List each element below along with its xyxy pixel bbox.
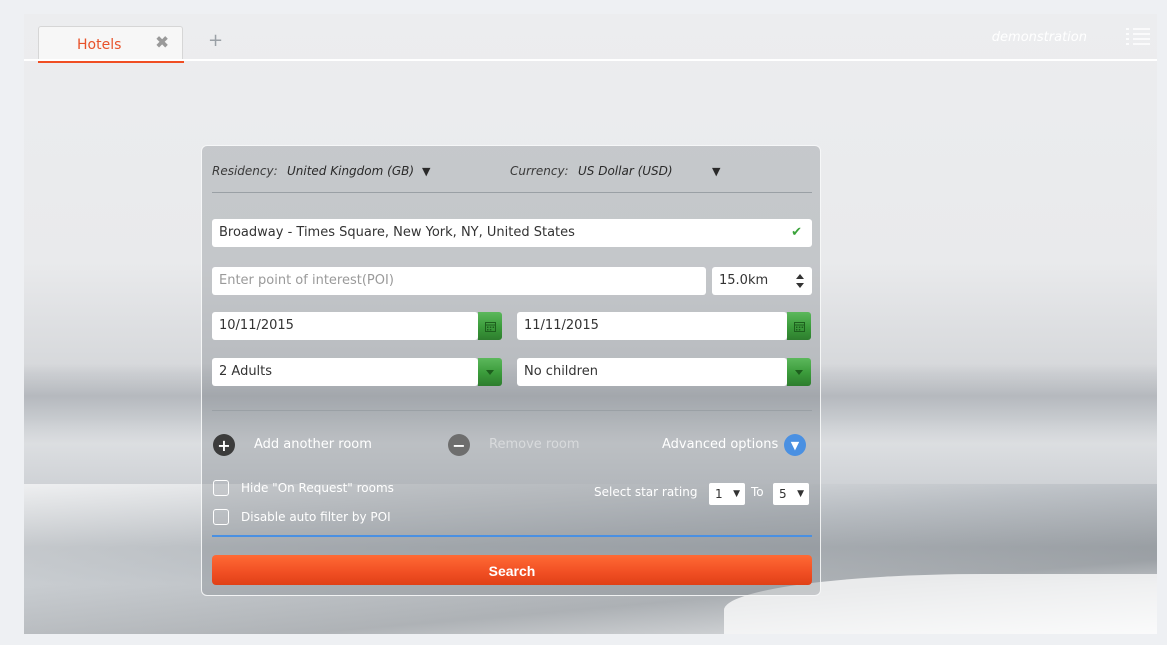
checkin-date-field[interactable]: 10/11/2015: [212, 312, 478, 340]
disable-auto-filter-label: Disable auto filter by POI: [241, 510, 391, 524]
brand-label: demonstration: [991, 30, 1087, 45]
advanced-options-button[interactable]: Advanced options: [662, 437, 778, 452]
chevron-down-icon: ▼: [797, 489, 804, 499]
hide-on-request-checkbox[interactable]: [213, 480, 229, 496]
rooms-divider: [212, 410, 812, 411]
checkout-date-value: 11/11/2015: [524, 318, 599, 333]
chevron-down-icon[interactable]: [478, 358, 502, 386]
residency-label: Residency:: [212, 164, 278, 178]
adults-value: 2 Adults: [219, 364, 273, 379]
star-from-select[interactable]: 1 ▼: [709, 483, 745, 505]
tab-bar: Hotels ✖ + demonstration: [24, 14, 1157, 63]
star-to-select[interactable]: 5 ▼: [773, 483, 809, 505]
checkout-date-field[interactable]: 11/11/2015: [517, 312, 787, 340]
remove-room-button[interactable]: Remove room: [489, 437, 580, 452]
destination-value: Broadway - Times Square, New York, NY, U…: [219, 225, 575, 240]
poi-input[interactable]: Enter point of interest(POI): [212, 267, 706, 295]
residency-select[interactable]: United Kingdom (GB): [287, 164, 414, 178]
calendar-icon[interactable]: [478, 312, 502, 340]
radius-value: 15.0km: [719, 273, 769, 288]
minus-circle-icon[interactable]: −: [448, 434, 470, 456]
star-from-value: 1: [715, 487, 723, 501]
currency-label: Currency:: [510, 164, 569, 178]
calendar-icon[interactable]: [787, 312, 811, 340]
add-tab-icon[interactable]: +: [208, 30, 223, 51]
search-button[interactable]: Search: [212, 555, 812, 585]
checkin-date-value: 10/11/2015: [219, 318, 294, 333]
disable-auto-filter-checkbox[interactable]: [213, 509, 229, 525]
destination-field[interactable]: Broadway - Times Square, New York, NY, U…: [212, 219, 812, 247]
adults-select[interactable]: 2 Adults: [212, 358, 478, 386]
tab-hotels-label: Hotels: [77, 37, 122, 53]
tab-hotels[interactable]: Hotels ✖: [38, 26, 183, 59]
poi-placeholder: Enter point of interest(POI): [219, 273, 394, 288]
currency-select[interactable]: US Dollar (USD): [578, 164, 673, 178]
hotel-search-panel: Residency: United Kingdom (GB) ▼ Currenc…: [201, 145, 821, 596]
check-icon: ✔: [791, 225, 802, 240]
residency-dropdown-icon[interactable]: ▼: [422, 165, 430, 178]
plus-circle-icon[interactable]: +: [213, 434, 235, 456]
close-icon[interactable]: ✖: [155, 33, 169, 53]
radius-stepper[interactable]: 15.0km: [712, 267, 812, 295]
currency-dropdown-icon[interactable]: ▼: [712, 165, 720, 178]
star-rating-label: Select star rating: [594, 485, 698, 499]
stepper-arrows-icon[interactable]: [796, 274, 804, 288]
list-menu-icon[interactable]: [1125, 26, 1151, 48]
hide-on-request-label: Hide "On Request" rooms: [241, 481, 394, 495]
filters-divider: [212, 535, 812, 537]
chevron-down-icon[interactable]: [787, 358, 811, 386]
chevron-down-icon[interactable]: ▼: [784, 434, 806, 456]
children-value: No children: [524, 364, 598, 379]
star-to-value: 5: [779, 487, 787, 501]
children-select[interactable]: No children: [517, 358, 787, 386]
tab-bar-divider: [24, 59, 1157, 61]
star-to-label: To: [751, 485, 764, 499]
header-divider: [212, 192, 812, 193]
chevron-down-icon: ▼: [733, 489, 740, 499]
add-room-button[interactable]: Add another room: [254, 437, 372, 452]
